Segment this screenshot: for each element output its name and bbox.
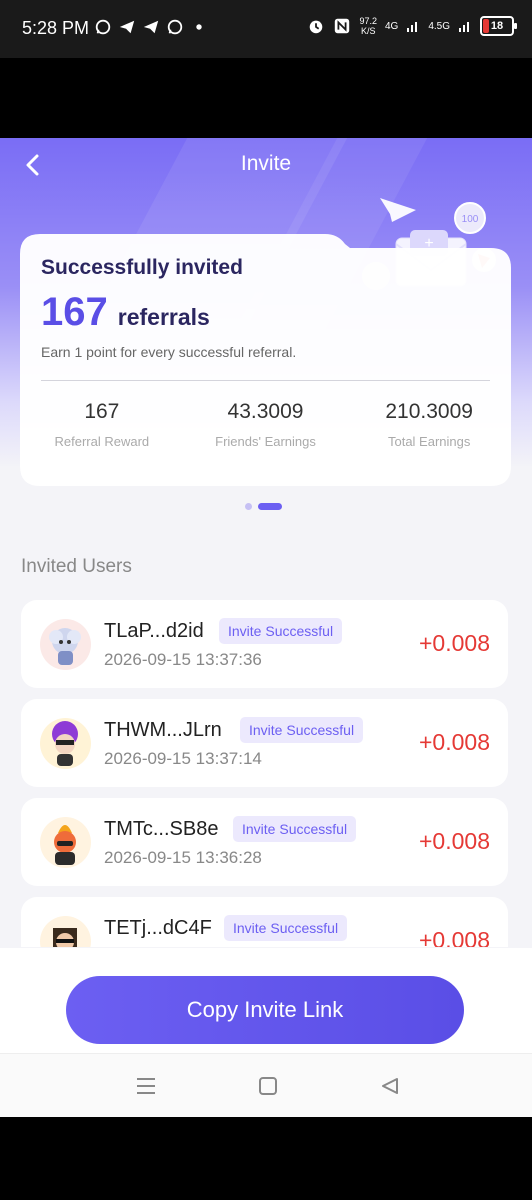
speed-value: 97.2 <box>359 16 377 26</box>
status-bar: 5:28 PM 97.2 K/S 4G 4.5G 18 <box>0 0 532 58</box>
summary-title: Successfully invited <box>41 256 243 279</box>
stat-value: 210.3009 <box>385 400 473 423</box>
status-time: 5:28 PM <box>22 18 90 38</box>
stats-row: 167 Referral Reward 43.3009 Friends' Ear… <box>20 400 511 449</box>
list-item[interactable]: TMTc...SB8e Invite Successful 2026-09-15… <box>21 798 508 886</box>
summary-card: Successfully invited 167 referrals Earn … <box>20 234 511 486</box>
network-type-2: 4.5G <box>428 20 450 32</box>
stat-friends-earnings: 43.3009 Friends' Earnings <box>184 400 348 449</box>
user-name: TLaP...d2id <box>104 620 204 642</box>
avatar <box>40 817 91 868</box>
nav-bar: Invite <box>0 138 532 192</box>
user-name: THWM...JLrn <box>104 719 222 741</box>
copy-invite-link-button[interactable]: Copy Invite Link <box>66 976 464 1044</box>
list-item[interactable]: TLaP...d2id Invite Successful 2026-09-15… <box>21 600 508 688</box>
alarm-icon <box>310 20 323 34</box>
status-badge: Invite Successful <box>224 915 348 941</box>
avatar <box>40 916 91 947</box>
invited-users-list: TLaP...d2id Invite Successful 2026-09-15… <box>21 600 508 947</box>
system-nav-bar <box>0 1053 532 1117</box>
menu-icon <box>137 1078 155 1094</box>
bottom-action-bar: Copy Invite Link <box>0 948 532 1053</box>
summary-description: Earn 1 point for every successful referr… <box>41 344 297 360</box>
user-name: TMTc...SB8e <box>104 818 219 840</box>
list-item[interactable]: THWM...JLrn Invite Successful 2026-09-15… <box>21 699 508 787</box>
telegram-icon <box>143 20 159 34</box>
home-square-icon <box>259 1077 277 1095</box>
recent-apps-button[interactable] <box>134 1074 158 1098</box>
invite-date: 2026-09-15 13:37:36 <box>104 650 262 669</box>
reward-amount: +0.008 <box>419 828 490 854</box>
status-badge: Invite Successful <box>219 618 343 644</box>
invite-screen: Invite 100 + Successfully invited 167 re… <box>0 138 532 1053</box>
user-name: TETj...dC4F <box>104 917 212 939</box>
notification-icons <box>94 18 208 36</box>
battery-indicator: 18 <box>480 16 517 36</box>
stat-total-earnings: 210.3009 Total Earnings <box>347 400 511 449</box>
summary-divider <box>41 380 490 381</box>
telegram-icon <box>119 20 135 34</box>
coin-label: 100 <box>462 214 479 225</box>
network-type-1: 4G <box>384 20 399 32</box>
stat-value: 167 <box>84 400 120 423</box>
stat-label: Friends' Earnings <box>215 434 316 449</box>
list-item[interactable]: TETj...dC4F Invite Successful +0.008 <box>21 897 508 947</box>
stat-label: Total Earnings <box>387 434 471 449</box>
back-system-button[interactable] <box>378 1074 402 1098</box>
status-badge: Invite Successful <box>233 816 357 842</box>
referral-count-label: referrals <box>117 304 210 330</box>
paper-plane-icon <box>380 198 416 222</box>
invite-date: 2026-09-15 13:37:14 <box>104 749 262 768</box>
avatar <box>40 619 91 670</box>
reward-amount: +0.008 <box>419 729 490 755</box>
signal-icon <box>459 22 469 32</box>
referral-count: 167 <box>41 290 108 334</box>
section-title: Invited Users <box>21 556 132 577</box>
stat-referral-reward: 167 Referral Reward <box>20 400 184 449</box>
dot-icon <box>196 24 202 30</box>
bottom-black-area <box>0 1117 532 1200</box>
network-speed: 97.2 K/S <box>359 16 377 36</box>
whatsapp-icon <box>167 19 183 35</box>
signal-icon <box>407 22 418 32</box>
battery-level: 18 <box>490 20 504 32</box>
black-gap <box>0 58 532 138</box>
page-title: Invite <box>240 152 292 175</box>
status-badge: Invite Successful <box>240 717 364 743</box>
reward-amount: +0.008 <box>419 630 490 656</box>
nfc-icon <box>335 18 350 34</box>
pager-dot[interactable] <box>245 503 252 510</box>
pager-dot-active[interactable] <box>258 503 282 510</box>
carousel-pager <box>245 503 282 510</box>
avatar <box>40 718 91 769</box>
whatsapp-icon <box>95 19 111 35</box>
home-button[interactable] <box>256 1074 280 1098</box>
back-triangle-icon <box>382 1078 398 1094</box>
referral-count-row: 167 referrals <box>41 290 210 335</box>
reward-amount: +0.008 <box>419 927 490 947</box>
status-indicators: 97.2 K/S 4G 4.5G 18 <box>307 16 517 36</box>
stat-value: 43.3009 <box>227 400 304 423</box>
invite-date: 2026-09-15 13:36:28 <box>104 848 262 867</box>
speed-unit: K/S <box>360 26 376 36</box>
stat-label: Referral Reward <box>54 434 150 449</box>
